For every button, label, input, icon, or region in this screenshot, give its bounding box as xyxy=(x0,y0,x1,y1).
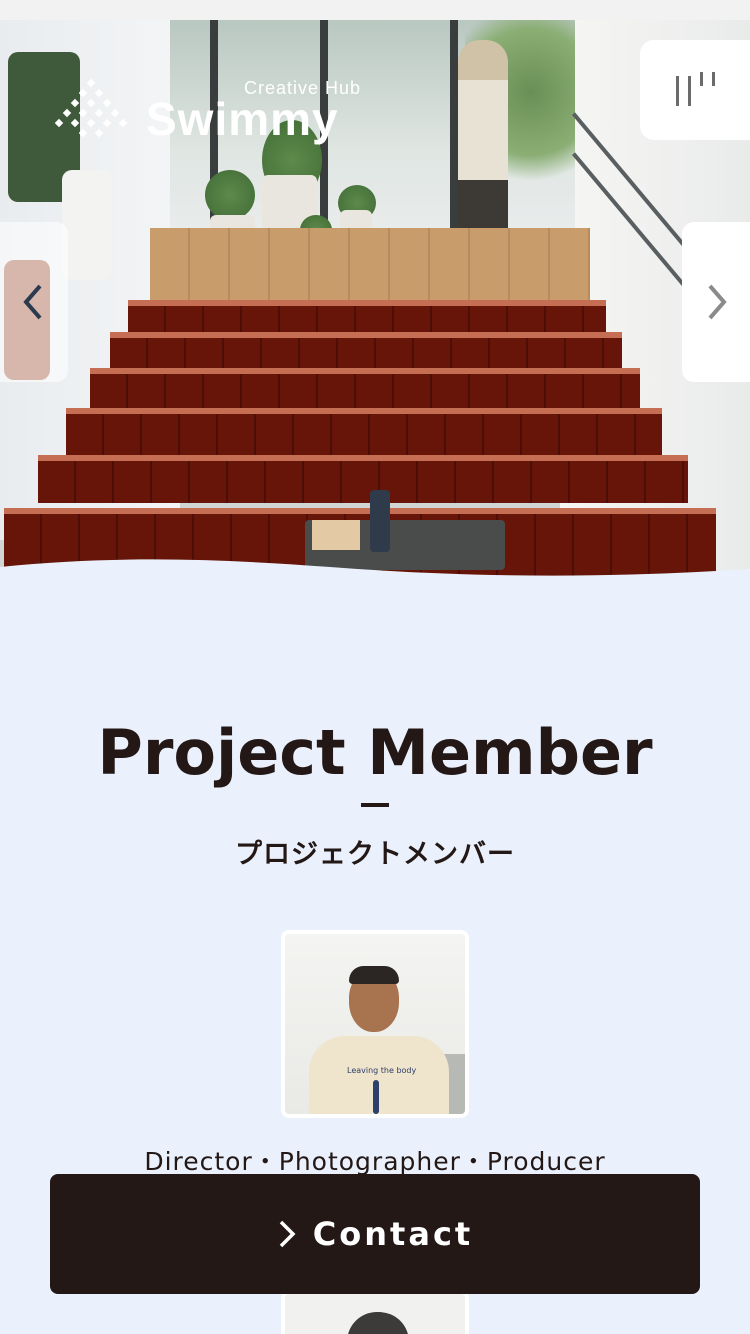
menu-button[interactable] xyxy=(640,40,750,140)
member-hair xyxy=(349,966,399,984)
tote-bag xyxy=(62,170,112,280)
wooden-step xyxy=(150,228,590,308)
logo-mark-icon xyxy=(54,78,128,138)
wave-divider xyxy=(0,559,750,605)
title-divider xyxy=(361,803,389,807)
chevron-right-icon xyxy=(279,1220,296,1248)
chevron-left-icon xyxy=(23,284,42,320)
member-cap xyxy=(347,1312,409,1334)
shirt-print: Leaving the body xyxy=(347,1066,417,1075)
chevron-right-icon xyxy=(708,284,727,320)
menu-bars-icon xyxy=(676,72,715,106)
section-subtitle: プロジェクトメンバー xyxy=(235,839,515,870)
brand-name: Swimmy xyxy=(146,93,339,145)
stair-step xyxy=(66,408,662,456)
slider-prev-button[interactable] xyxy=(0,222,68,382)
section-title: Project Member xyxy=(97,716,653,789)
stair-step xyxy=(38,455,688,503)
window-frame xyxy=(450,20,458,235)
shirt-graphic xyxy=(373,1080,379,1114)
status-bar xyxy=(0,0,750,20)
slider-next-button[interactable] xyxy=(682,222,750,382)
plant xyxy=(205,170,255,220)
contact-button[interactable]: Contact xyxy=(50,1174,700,1294)
member-photo[interactable]: Leaving the body xyxy=(281,930,469,1118)
person-walking xyxy=(458,40,508,240)
member-photo[interactable] xyxy=(281,1290,469,1334)
brand-logo[interactable]: Creative Hub Swimmy xyxy=(48,70,378,150)
member-shirt xyxy=(309,1036,449,1114)
hero-slider: Creative Hub Swimmy xyxy=(0,20,750,580)
contact-label: Contact xyxy=(312,1215,474,1253)
member-role: Director・Photographer・Producer xyxy=(144,1147,606,1176)
pen-cup xyxy=(370,490,390,552)
